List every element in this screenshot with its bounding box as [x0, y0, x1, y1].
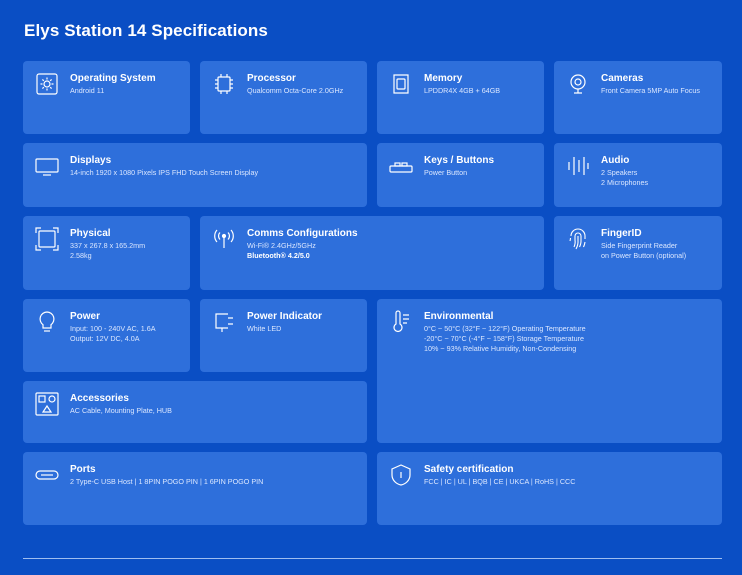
spec-value: 2.58kg	[70, 251, 92, 260]
thermometer-icon	[389, 310, 413, 334]
spec-title: Safety certification	[424, 464, 514, 475]
cpu-chip-icon	[212, 72, 236, 96]
spec-value: Bluetooth® 4.2/5.0	[247, 251, 310, 260]
spec-value: Qualcomm Octa-Core 2.0GHz	[247, 86, 344, 95]
spec-card-power-indicator: Power Indicator White LED	[200, 299, 367, 372]
led-indicator-icon	[212, 310, 236, 334]
spec-title: Comms Configurations	[247, 228, 358, 239]
webcam-icon	[566, 72, 590, 96]
spec-title: Processor	[247, 73, 296, 84]
spec-value: 10% ~ 93% Relative Humidity, Non-Condens…	[424, 344, 577, 353]
spec-title: Power Indicator	[247, 311, 323, 322]
gear-icon	[35, 72, 59, 96]
spec-value: FCC | IC | UL | BQB | CE | UKCA | RoHS |…	[424, 477, 576, 486]
dimensions-icon	[35, 227, 59, 251]
spec-card-environmental: Environmental 0°C ~ 50°C (32°F ~ 122°F) …	[377, 299, 722, 443]
spec-value: on Power Button (optional)	[601, 251, 687, 260]
spec-title: Environmental	[424, 311, 494, 322]
spec-card-power: Power Input: 100 - 240V AC, 1.6A Output:…	[23, 299, 190, 372]
spec-value: Android 11	[70, 86, 105, 95]
page-title: Elys Station 14 Specifications	[24, 21, 268, 40]
spec-card-physical: Physical 337 x 267.8 x 165.2mm 2.58kg	[23, 216, 190, 290]
spec-value: 0°C ~ 50°C (32°F ~ 122°F) Operating Temp…	[424, 324, 586, 333]
keyboard-icon	[389, 154, 413, 178]
spec-title: Keys / Buttons	[424, 155, 495, 166]
spec-title: Operating System	[70, 73, 156, 84]
spec-value: 14-inch 1920 x 1080 Pixels IPS FHD Touch…	[70, 168, 259, 177]
lightbulb-icon	[35, 310, 59, 334]
spec-card-memory: Memory LPDDR4X 4GB + 64GB	[377, 61, 544, 134]
spec-card-safety-certification: Safety certification FCC | IC | UL | BQB…	[377, 452, 722, 525]
spec-value: AC Cable, Mounting Plate, HUB	[70, 406, 172, 415]
spec-card-accessories: Accessories AC Cable, Mounting Plate, HU…	[23, 381, 367, 443]
spec-card-displays: Displays 14-inch 1920 x 1080 Pixels IPS …	[23, 143, 367, 207]
spec-title: Ports	[70, 464, 96, 475]
spec-value: Output: 12V DC, 4.0A	[70, 334, 140, 343]
usb-c-port-icon	[35, 463, 59, 487]
spec-value: 2 Microphones	[601, 178, 649, 187]
spec-card-ports: Ports 2 Type-C USB Host | 1 8PIN POGO PI…	[23, 452, 367, 525]
spec-value: Input: 100 - 240V AC, 1.6A	[70, 324, 156, 333]
spec-card-cameras: Cameras Front Camera 5MP Auto Focus	[554, 61, 722, 134]
bottom-divider	[23, 558, 722, 559]
spec-title: Audio	[601, 155, 630, 166]
spec-title: FingerID	[601, 228, 642, 239]
monitor-icon	[35, 154, 59, 178]
fingerprint-icon	[566, 227, 590, 251]
spec-card-fingerid: FingerID Side Fingerprint Reader on Powe…	[554, 216, 722, 290]
shapes-icon	[35, 392, 59, 416]
spec-value: Wi-Fi® 2.4GHz/5GHz	[247, 241, 316, 250]
spec-card-keys-buttons: Keys / Buttons Power Button	[377, 143, 544, 207]
spec-value: -20°C ~ 70°C (-4°F ~ 158°F) Storage Temp…	[424, 334, 584, 343]
specs-grid: Operating System Android 11 Processor Qu…	[23, 61, 722, 525]
antenna-icon	[212, 227, 236, 251]
spec-value: Power Button	[424, 168, 468, 177]
spec-value: White LED	[247, 324, 282, 333]
spec-title: Displays	[70, 155, 112, 166]
spec-card-operating-system: Operating System Android 11	[23, 61, 190, 134]
spec-value: Front Camera 5MP Auto Focus	[601, 86, 700, 95]
spec-card-processor: Processor Qualcomm Octa-Core 2.0GHz	[200, 61, 367, 134]
spec-value: LPDDR4X 4GB + 64GB	[424, 86, 501, 95]
spec-value: 2 Speakers	[601, 168, 638, 177]
audio-bars-icon	[566, 154, 590, 178]
spec-title: Cameras	[601, 73, 644, 84]
memory-card-icon	[389, 72, 413, 96]
spec-title: Memory	[424, 73, 463, 84]
spec-value: 337 x 267.8 x 165.2mm	[70, 241, 146, 250]
spec-title: Accessories	[70, 393, 129, 404]
shield-icon	[389, 463, 413, 487]
spec-card-comms-configurations: Comms Configurations Wi-Fi® 2.4GHz/5GHz …	[200, 216, 544, 290]
spec-card-audio: Audio 2 Speakers 2 Microphones	[554, 143, 722, 207]
spec-value: 2 Type-C USB Host | 1 8PIN POGO PIN | 1 …	[70, 477, 264, 486]
spec-title: Power	[70, 311, 101, 322]
spec-value: Side Fingerprint Reader	[601, 241, 678, 250]
spec-title: Physical	[70, 228, 111, 239]
